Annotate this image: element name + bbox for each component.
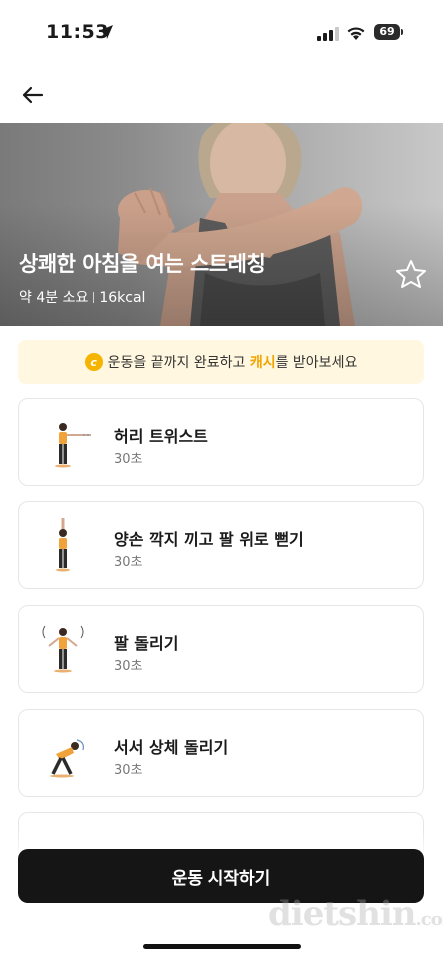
exercise-name: 서서 상체 돌리기 (114, 738, 229, 757)
watermark-text: dietshin (268, 894, 417, 934)
exercise-name: 허리 트위스트 (114, 427, 208, 446)
exercise-figure-icon (55, 423, 91, 468)
location-arrow-icon (99, 25, 113, 39)
exercise-card-waist-twist[interactable]: 허리 트위스트 30초 (18, 398, 424, 486)
cash-reward-banner: c 운동을 끝까지 완료하고 캐시 를 받아보세요 (18, 340, 424, 384)
status-bar: 11:53 69 (0, 0, 443, 66)
exercise-duration: 30초 (114, 555, 143, 570)
hero-title: 상쾌한 아침을 여는 스트레칭 (19, 252, 266, 276)
banner-highlight: 캐시 (249, 355, 276, 371)
hero-calories: 16kcal (99, 290, 146, 306)
exercise-duration: 30초 (114, 763, 143, 778)
exercise-card-arm-stretch-up[interactable]: 양손 깍지 끼고 팔 위로 뻗기 30초 (18, 501, 424, 589)
battery-cap (401, 29, 403, 35)
exercise-figure-icon (50, 739, 84, 778)
cellular-signal-icon (317, 27, 339, 41)
exercise-name: 팔 돌리기 (114, 634, 179, 653)
meta-divider (93, 292, 95, 303)
watermark-suffix: .com (415, 909, 443, 930)
battery-indicator: 69 (374, 24, 400, 40)
hero-duration: 약 4분 소요 (19, 290, 89, 306)
exercise-duration: 30초 (114, 659, 143, 674)
banner-text-after: 를 받아보세요 (275, 355, 358, 371)
wifi-icon (347, 27, 365, 40)
watermark-logo: dietshin.com (268, 894, 443, 934)
exercise-card-arm-circles[interactable]: 팔 돌리기 30초 (18, 605, 424, 693)
exercise-card-standing-torso-rotation[interactable]: 서서 상체 돌리기 30초 (18, 709, 424, 797)
hero-banner: 상쾌한 아침을 여는 스트레칭 약 4분 소요 16kcal (0, 123, 443, 326)
exercise-figure-icon (42, 625, 84, 673)
home-indicator[interactable] (143, 944, 301, 949)
exercise-figure-icon (56, 518, 70, 572)
exercise-duration: 30초 (114, 452, 143, 467)
hero-meta: 약 4분 소요 16kcal (19, 287, 145, 307)
back-arrow-icon[interactable] (18, 80, 48, 110)
banner-text-before: 운동을 끝까지 완료하고 (107, 355, 250, 371)
coin-icon: c (84, 353, 103, 371)
favorite-star-icon[interactable] (394, 258, 428, 290)
exercise-name: 양손 깍지 끼고 팔 위로 뻗기 (114, 530, 304, 549)
